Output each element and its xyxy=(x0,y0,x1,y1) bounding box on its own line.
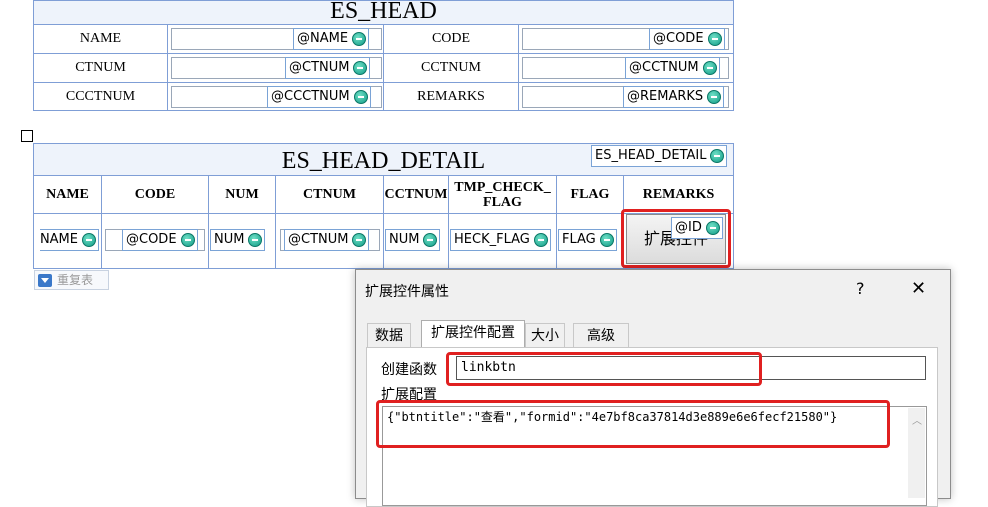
es-head-row: CTNUM @CTNUM CCTNUM @CCTNUM xyxy=(34,54,733,83)
field-label: NAME xyxy=(79,31,122,46)
dropdown-circle-icon[interactable] xyxy=(707,90,722,104)
field-tag[interactable]: NAME xyxy=(39,229,99,251)
column-header: TMP_CHECK_ FLAG xyxy=(449,176,557,214)
highlight-box xyxy=(376,400,890,448)
table-anchor-handle[interactable] xyxy=(21,130,33,142)
column-header: CCTNUM xyxy=(384,176,449,214)
field-tag[interactable]: @CTNUM xyxy=(285,57,371,79)
dropdown-circle-icon[interactable] xyxy=(707,32,722,46)
field-label: REMARKS xyxy=(417,89,485,104)
es-head-row: NAME @NAME CODE @CODE xyxy=(34,25,733,54)
detail-cell: NAME xyxy=(34,214,102,268)
dropdown-circle-icon[interactable] xyxy=(353,90,368,104)
tab-data[interactable]: 数据 xyxy=(367,323,411,347)
detail-cell: NUM xyxy=(384,214,449,268)
dialog-title: 扩展控件属性 xyxy=(365,284,449,300)
scrollbar[interactable]: ︿ xyxy=(908,408,925,498)
help-button[interactable]: ? xyxy=(856,279,865,298)
detail-cell: @CTNUM xyxy=(276,214,384,268)
es-head-title: ES_HEAD xyxy=(34,1,733,25)
field-label: CCTNUM xyxy=(421,60,481,75)
dropdown-circle-icon[interactable] xyxy=(533,233,548,247)
tab-panel: 创建函数 linkbtn 扩展配置 {"btntitle":"查看","form… xyxy=(366,347,938,507)
field-tag[interactable]: @CCCTNUM xyxy=(267,86,371,108)
dropdown-circle-icon[interactable] xyxy=(710,149,725,163)
detail-cell: FLAG xyxy=(557,214,624,268)
create-function-label: 创建函数 xyxy=(381,362,437,378)
field-tag[interactable]: FLAG xyxy=(558,229,617,251)
field-tag[interactable]: @CODE xyxy=(122,229,198,251)
detail-table-tag[interactable]: ES_HEAD_DETAIL xyxy=(591,145,728,167)
field-tag[interactable]: NUM xyxy=(385,229,441,251)
field-tag[interactable]: @CTNUM xyxy=(284,229,370,251)
field-tag[interactable]: @NAME xyxy=(293,28,370,50)
field-tag[interactable]: @REMARKS xyxy=(623,86,725,108)
field-tag[interactable]: @CODE xyxy=(649,28,725,50)
detail-cell: @CODE xyxy=(102,214,209,268)
column-header: CTNUM xyxy=(276,176,384,214)
dropdown-circle-icon[interactable] xyxy=(352,32,367,46)
close-button[interactable]: ✕ xyxy=(911,278,926,299)
dropdown-circle-icon[interactable] xyxy=(180,233,195,247)
tab-size[interactable]: 大小 xyxy=(525,323,565,347)
es-head-row: CCCTNUM @CCCTNUM REMARKS @REMARKS xyxy=(34,83,733,112)
column-header: CODE xyxy=(102,176,209,214)
highlight-box xyxy=(621,209,731,268)
extension-control-properties-dialog: 扩展控件属性 ? ✕ 数据 扩展控件配置 大小 高级 创建函数 linkbtn … xyxy=(355,269,951,507)
field-tag[interactable]: @CCTNUM xyxy=(625,57,720,79)
dropdown-circle-icon[interactable] xyxy=(599,233,614,247)
tab-extension-config[interactable]: 扩展控件配置 xyxy=(421,320,525,348)
dropdown-circle-icon[interactable] xyxy=(248,233,263,247)
dropdown-circle-icon[interactable] xyxy=(82,233,96,247)
column-header: FLAG xyxy=(557,176,624,214)
field-label: CCCTNUM xyxy=(65,89,136,104)
scroll-up-icon[interactable]: ︿ xyxy=(912,412,922,427)
detail-cell: NUM xyxy=(209,214,276,268)
tab-advanced[interactable]: 高级 xyxy=(573,323,629,347)
highlight-box xyxy=(446,352,762,386)
repeat-table-button[interactable]: 重复表 xyxy=(34,270,109,290)
field-label: CTNUM xyxy=(75,60,126,75)
dropdown-circle-icon[interactable] xyxy=(352,233,367,247)
dropdown-arrow-icon xyxy=(38,274,52,287)
dropdown-circle-icon[interactable] xyxy=(353,61,368,75)
detail-cell: HECK_FLAG xyxy=(449,214,557,268)
es-head-table: ES_HEAD NAME @NAME CODE @CODE CTNUM @CTN… xyxy=(33,0,734,111)
field-tag[interactable]: HECK_FLAG xyxy=(450,229,551,251)
column-header: NAME xyxy=(34,176,102,214)
field-tag[interactable]: NUM xyxy=(210,229,266,251)
column-header: NUM xyxy=(209,176,276,214)
field-label: CODE xyxy=(431,31,471,46)
dropdown-circle-icon[interactable] xyxy=(423,233,438,247)
dropdown-circle-icon[interactable] xyxy=(702,61,717,75)
